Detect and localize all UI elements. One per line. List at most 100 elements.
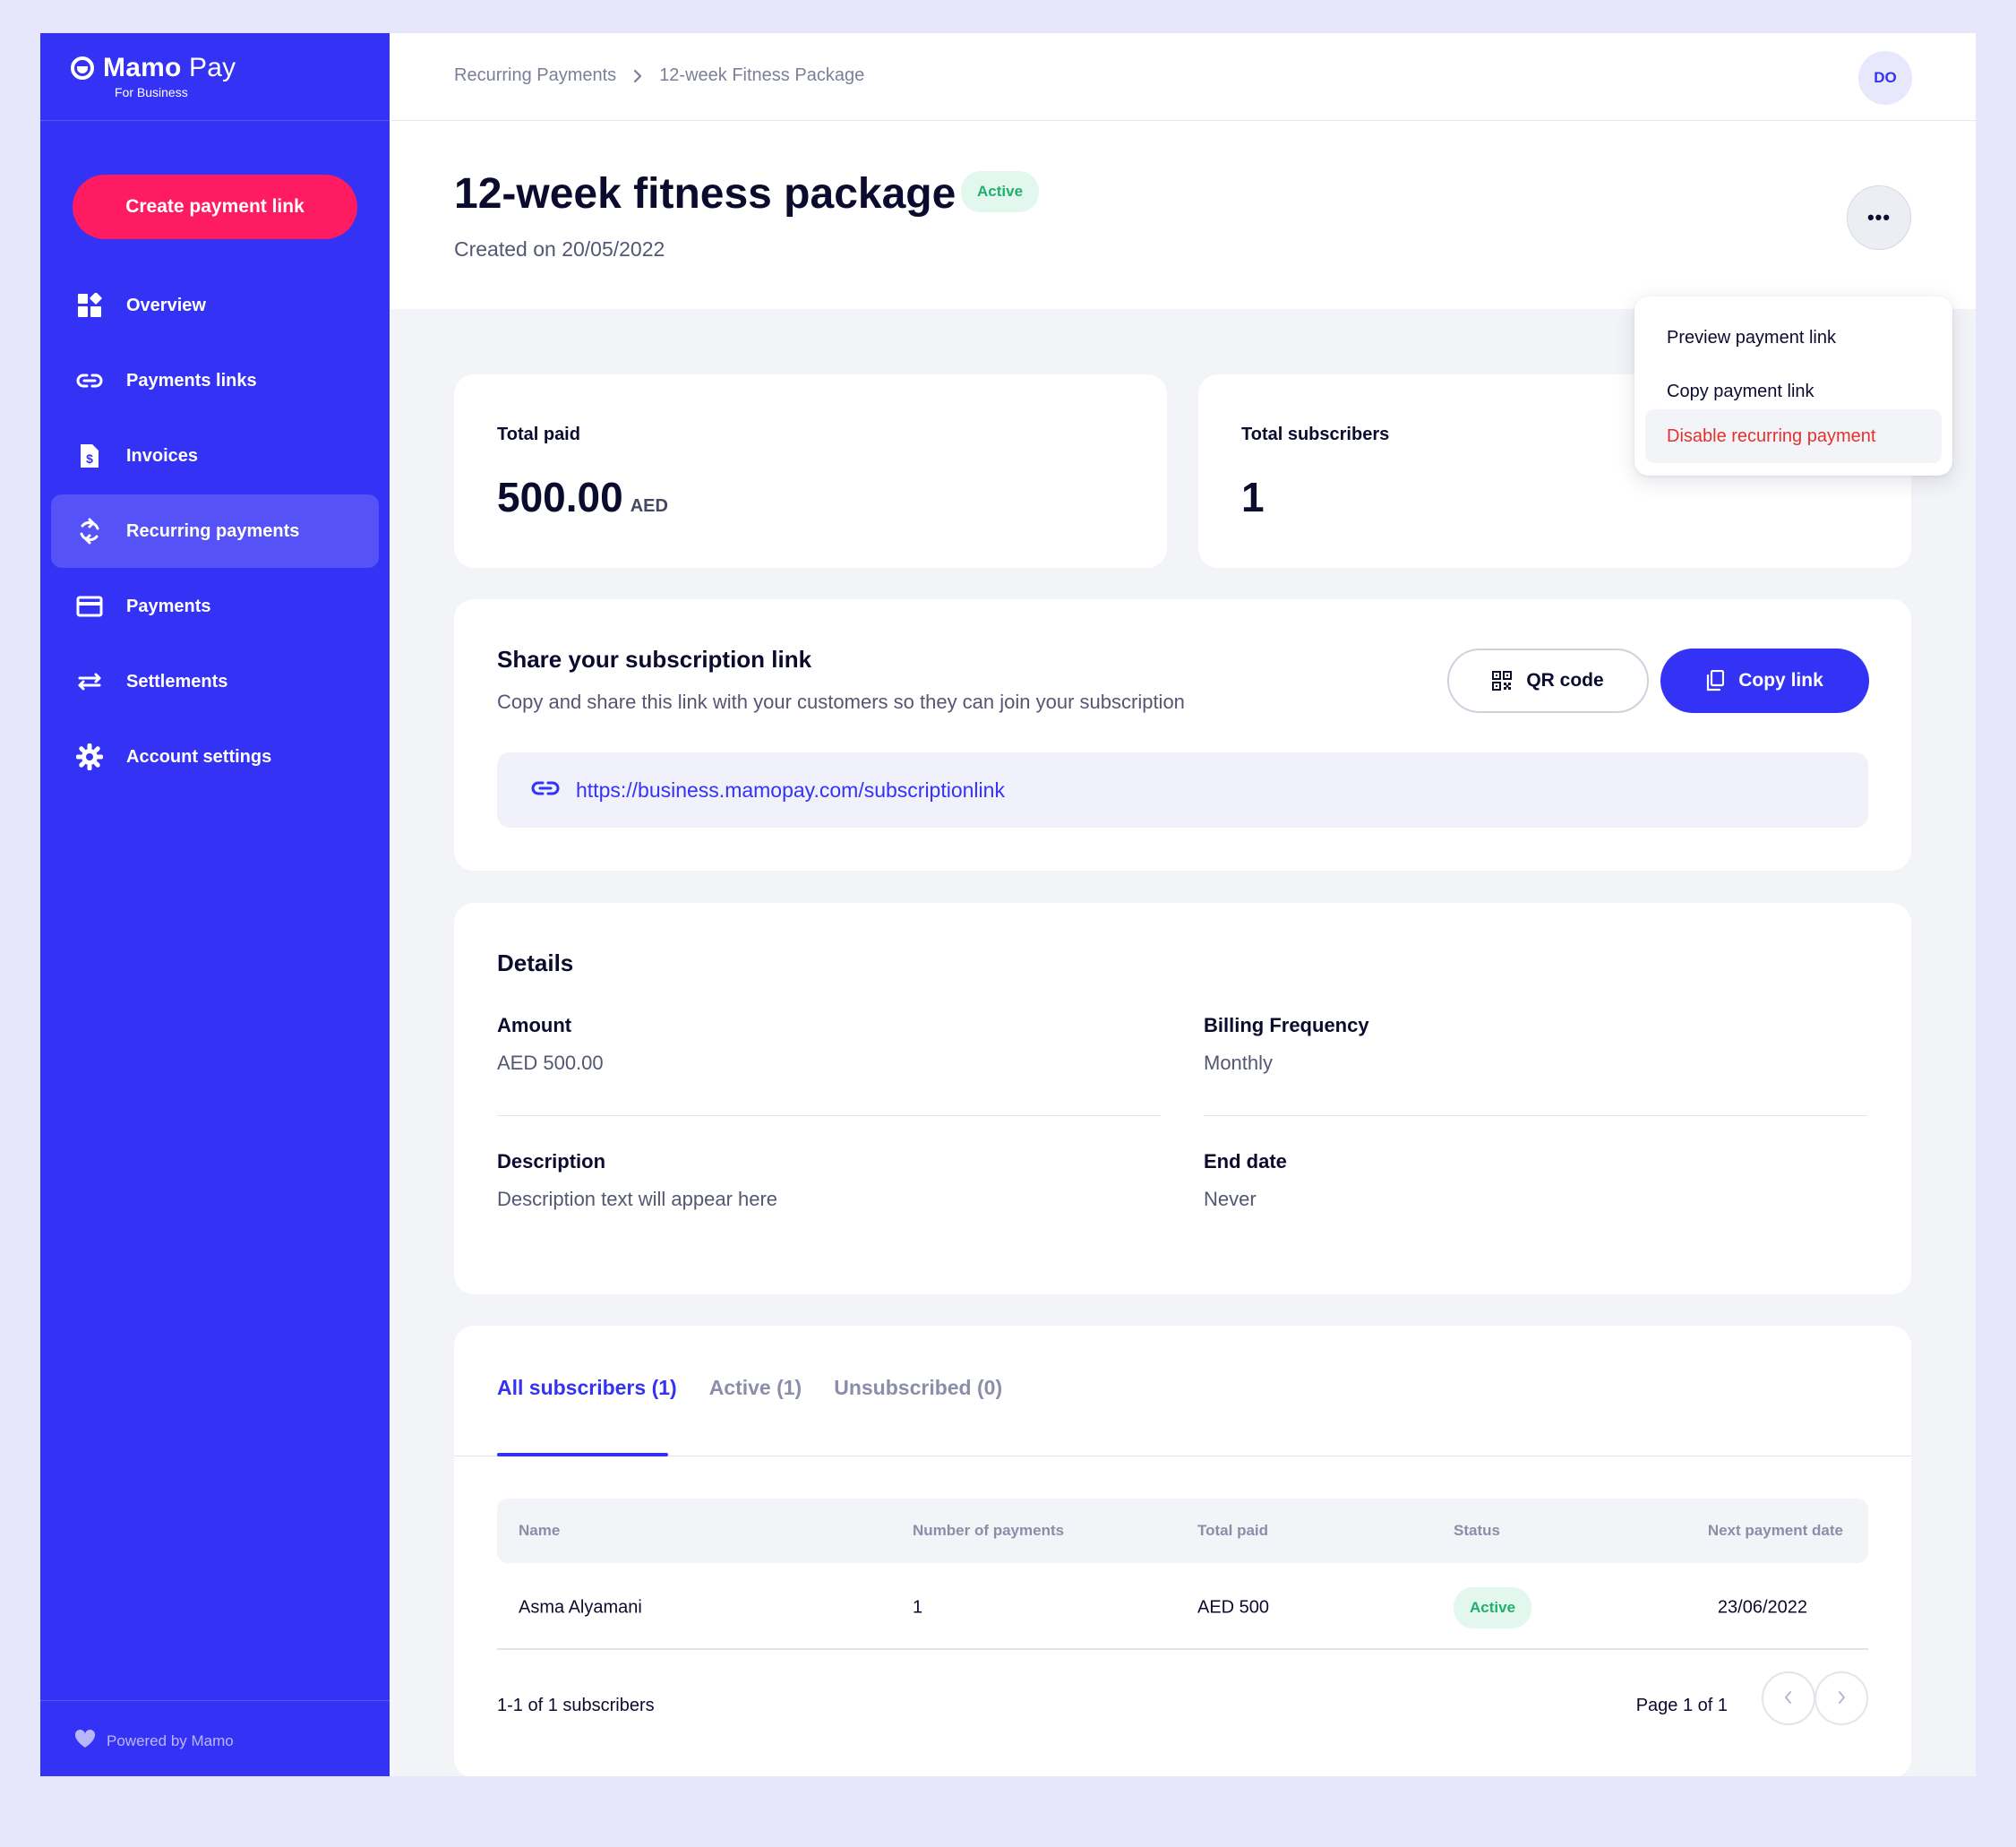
end-date-label: End date [1204,1150,1287,1173]
column-header: Status [1454,1522,1500,1539]
column-header: Number of payments [913,1522,1065,1539]
description-value: Description text will appear here [497,1188,778,1210]
transfer-icon [76,668,103,695]
qr-code-label: QR code [1526,670,1604,691]
sidebar-item-label: Account settings [126,746,272,767]
sidebar-item-label: Settlements [126,671,228,692]
card-icon [76,593,103,620]
tab-active[interactable]: Active (1) [709,1376,802,1400]
top-bar: Recurring Payments 12-week Fitness Packa… [390,33,1976,121]
amount-label: Amount [497,1014,572,1036]
brand-name-bold: Mamo [103,53,182,82]
billing-frequency-value: Monthly [1204,1052,1274,1074]
subscriber-count: 1-1 of 1 subscribers [497,1696,655,1715]
heart-icon [74,1729,96,1753]
sidebar-nav: Overview Payments links $ Invoices Recur… [51,269,379,795]
divider [40,120,390,121]
total-paid-value: 500.00 [497,474,623,520]
status-badge: Active [961,171,1040,212]
subscriber-name: Asma Alyamani [519,1597,642,1618]
details-card: Details Amount AED 500.00 Billing Freque… [454,903,1911,1294]
description-label: Description [497,1150,606,1173]
page-title: 12-week fitness package [454,170,957,218]
sidebar-item-account-settings[interactable]: Account settings [51,720,379,794]
subscribers-card: All subscribers (1) Active (1) Unsubscri… [454,1326,1911,1776]
status-badge: Active [1454,1587,1532,1628]
next-page-button[interactable] [1814,1671,1868,1725]
svg-text:$: $ [86,451,93,466]
payment-count: 1 [913,1597,923,1618]
table-row[interactable]: Asma Alyamani 1 AED 500 Active 23/06/202… [497,1568,1868,1650]
chevron-right-icon [1837,1687,1846,1710]
divider [1204,1115,1867,1116]
subscription-url[interactable]: https://business.mamopay.com/subscriptio… [576,778,1005,803]
create-payment-link-button[interactable]: Create payment link [73,175,357,239]
avatar[interactable]: DO [1858,51,1912,105]
share-link-card: Share your subscription link Copy and sh… [454,599,1911,871]
total-subscribers-value: 1 [1241,474,1265,520]
sidebar: Mamo Pay For Business Create payment lin… [40,33,390,1776]
sidebar-item-label: Overview [126,295,206,315]
page-info: Page 1 of 1 [1635,1696,1728,1715]
menu-item-preview-payment-link[interactable]: Preview payment link [1645,311,1942,365]
sidebar-item-payment-links[interactable]: Payments links [51,344,379,417]
total-paid-card: Total paid 500.00 AED [454,374,1167,568]
chevron-left-icon [1784,1687,1793,1710]
qr-code-icon [1492,671,1513,691]
gear-icon [76,743,103,770]
currency-unit: AED [630,496,668,516]
created-date: Created on 20/05/2022 [454,237,665,261]
sidebar-item-label: Recurring payments [126,520,300,541]
more-options-menu: Preview payment link Copy payment link D… [1634,296,1952,476]
active-tab-indicator [497,1453,668,1456]
table-header: Name Number of payments Total paid Statu… [497,1499,1868,1563]
brand-subtitle: For Business [115,85,188,99]
sidebar-item-invoices[interactable]: $ Invoices [51,419,379,493]
copy-link-label: Copy link [1738,670,1823,691]
tab-all-subscribers[interactable]: All subscribers (1) [497,1376,677,1400]
refresh-icon [76,518,103,545]
column-header: Next payment date [1707,1522,1843,1539]
divider [40,1700,390,1701]
sidebar-item-payments[interactable]: Payments [51,570,379,643]
total-paid: AED 500 [1197,1597,1270,1618]
sidebar-item-overview[interactable]: Overview [51,269,379,342]
powered-by: Powered by Mamo [74,1729,234,1753]
details-title: Details [497,949,574,976]
copy-icon [1706,670,1725,692]
sidebar-item-label: Payments [126,596,211,616]
copy-link-button[interactable]: Copy link [1660,649,1869,713]
app-window: Mamo Pay For Business Create payment lin… [40,33,1976,1776]
brand-name-light: Pay [189,53,236,82]
total-subscribers-label: Total subscribers [1241,425,1390,444]
billing-frequency-label: Billing Frequency [1204,1014,1369,1036]
sidebar-item-settlements[interactable]: Settlements [51,645,379,718]
page-header: 12-week fitness package Active Created o… [390,121,1976,309]
qr-code-button[interactable]: QR code [1447,649,1649,713]
menu-item-disable-recurring-payment[interactable]: Disable recurring payment [1645,409,1942,463]
divider [497,1115,1161,1116]
sidebar-item-recurring-payments[interactable]: Recurring payments [51,494,379,568]
end-date-value: Never [1204,1188,1257,1210]
amount-value: AED 500.00 [497,1052,604,1074]
grid-icon [76,292,103,319]
more-options-button[interactable]: ••• [1847,185,1911,250]
previous-page-button[interactable] [1762,1671,1815,1725]
breadcrumb-recurring-payments[interactable]: Recurring Payments [454,65,616,86]
column-header: Total paid [1197,1522,1269,1539]
breadcrumb-current: 12-week Fitness Package [659,65,865,85]
powered-by-text: Powered by Mamo [107,1731,234,1749]
tab-unsubscribed[interactable]: Unsubscribed (0) [834,1376,1002,1400]
mamo-logo-icon [71,56,94,80]
sidebar-item-label: Payments links [126,370,257,391]
column-header: Name [519,1522,561,1539]
share-title: Share your subscription link [497,646,812,673]
link-icon [531,779,560,802]
chevron-right-icon [632,69,643,83]
brand-logo[interactable]: Mamo Pay For Business [71,53,236,119]
subscription-link-field[interactable]: https://business.mamopay.com/subscriptio… [497,752,1868,828]
share-description: Copy and share this link with your custo… [497,691,1185,713]
sidebar-item-label: Invoices [126,445,199,466]
subscriber-tabs: All subscribers (1) Active (1) Unsubscri… [497,1376,1034,1400]
invoice-icon: $ [76,442,103,469]
